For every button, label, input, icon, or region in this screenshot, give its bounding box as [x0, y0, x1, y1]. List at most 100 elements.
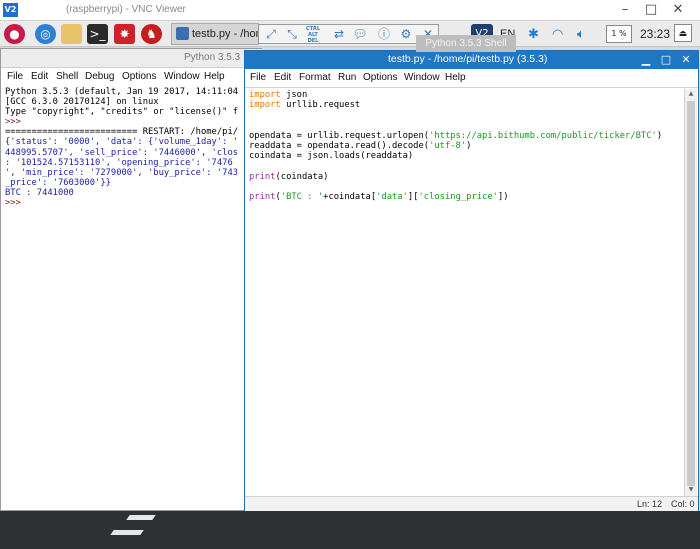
taskbar-task-editor[interactable]: testb.py - /hom: [171, 23, 259, 45]
shell-line: [GCC 6.3.0 20170124] on linux: [5, 97, 159, 108]
code-line: import urllib.request: [249, 100, 684, 110]
code-text: ]): [497, 192, 509, 203]
folder-icon[interactable]: [61, 24, 82, 44]
editor-menu-help[interactable]: Help: [445, 72, 466, 83]
string-literal: 'https://api.bithumb.com/public/ticker/B…: [429, 130, 657, 141]
string-literal: 'data': [376, 192, 408, 203]
scale-icon[interactable]: ⤡: [283, 26, 301, 42]
vnc-maximize-button[interactable]: □: [639, 1, 663, 19]
code-text: opendata = urllib.request.urlopen(: [249, 130, 430, 141]
editor-maximize-button[interactable]: □: [657, 52, 675, 68]
shell-line: BTC : 7441000: [5, 187, 74, 198]
eject-icon[interactable]: ⏏: [674, 24, 692, 42]
editor-menu-file[interactable]: File: [250, 72, 266, 83]
fullscreen-icon[interactable]: ⤢: [262, 26, 280, 42]
road-lane-marking: [126, 515, 156, 520]
chat-icon[interactable]: 💬︎: [351, 26, 369, 42]
keyword: import: [249, 90, 281, 100]
globe-icon[interactable]: ◎: [35, 24, 56, 44]
shell-line: ', 'min_price': '7279000', 'buy_price': …: [5, 167, 239, 178]
ctrl-alt-del-button[interactable]: CTRL ALT DEL: [304, 26, 322, 44]
editor-window: testb.py - /home/pi/testb.py (3.5.3) ▁ □…: [244, 50, 699, 512]
shell-line: _price': '7603000'}}: [5, 177, 111, 188]
status-line-number: Ln: 12: [637, 499, 663, 509]
scroll-up-arrow-icon[interactable]: ▲: [685, 89, 697, 99]
cpu-usage-monitor[interactable]: 1 %: [606, 25, 632, 43]
clock[interactable]: 23:23: [640, 24, 670, 44]
code-text: urllib.request: [280, 100, 361, 111]
code-text: (coindata): [275, 171, 329, 182]
shell-line: Type "copyright", "credits" or "license(…: [5, 107, 239, 118]
python-shell-window: Python 3.5.3 File Edit Shell Debug Optio…: [0, 48, 263, 511]
scroll-down-arrow-icon[interactable]: ▼: [685, 485, 697, 495]
shell-menu-window[interactable]: Window: [164, 71, 200, 82]
builtin: print: [249, 171, 276, 182]
code-line: import json: [249, 90, 684, 100]
editor-titlebar: testb.py - /home/pi/testb.py (3.5.3) ▁ □…: [245, 51, 698, 69]
string-literal: 'closing_price': [418, 192, 498, 203]
vnc-minimize-button[interactable]: –: [613, 1, 637, 19]
editor-menu-window[interactable]: Window: [404, 72, 440, 83]
wolfram-icon[interactable]: ♞: [141, 24, 162, 44]
info-icon[interactable]: ⓘ: [375, 26, 393, 42]
builtin: print: [249, 192, 276, 203]
volume-icon[interactable]: 🔈︎: [577, 24, 585, 44]
mathematica-icon[interactable]: ✸: [114, 24, 135, 44]
shell-output[interactable]: Python 3.5.3 (default, Jan 19 2017, 14:1…: [5, 87, 261, 507]
screen: V2 (raspberrypi) - VNC Viewer – □ ✕ ● ◎ …: [0, 0, 700, 549]
vnc-logo-icon: V2: [3, 3, 18, 17]
string-literal: 'BTC : ': [280, 192, 324, 203]
code-text: +coindata[: [323, 192, 377, 203]
code-line: print(coindata): [249, 172, 684, 182]
shell-menu-help[interactable]: Help: [204, 71, 225, 82]
raspberry-menu-icon[interactable]: ●: [4, 24, 25, 44]
taskbar-task-label: testb.py - /hom: [192, 28, 259, 40]
status-column-number: Col: 0: [671, 499, 695, 509]
transfer-files-icon[interactable]: ⇄: [330, 26, 348, 42]
shell-titlebar: Python 3.5.3: [1, 49, 263, 68]
shell-menu-debug[interactable]: Debug: [85, 71, 114, 82]
editor-statusbar: Ln: 12 Col: 0: [245, 496, 698, 512]
shell-menu-options[interactable]: Options: [122, 71, 156, 82]
code-text: readdata = opendata.read().decode(: [249, 141, 430, 152]
shell-line: 448995.5707', 'sell_price': '7446000', '…: [5, 147, 239, 158]
string-literal: 'utf-8': [429, 141, 467, 152]
code-text: ): [466, 141, 472, 152]
shell-line: {'status': '0000', 'data': {'volume_1day…: [5, 137, 239, 148]
desktop-wallpaper: [0, 511, 700, 549]
editor-close-button[interactable]: ✕: [677, 52, 695, 68]
editor-menu-options[interactable]: Options: [363, 72, 397, 83]
editor-menubar: File Edit Format Run Options Window Help: [245, 69, 698, 88]
scroll-thumb[interactable]: [687, 101, 695, 486]
editor-menu-format[interactable]: Format: [299, 72, 331, 83]
editor-minimize-button[interactable]: ▁: [637, 52, 655, 68]
editor-menu-run[interactable]: Run: [338, 72, 356, 83]
shell-menu-shell[interactable]: Shell: [56, 71, 78, 82]
code-text: ): [656, 130, 663, 141]
code-line: opendata = urllib.request.urlopen('https…: [249, 131, 684, 141]
shell-menu-file[interactable]: File: [7, 71, 23, 82]
terminal-icon[interactable]: >_: [87, 24, 108, 44]
vnc-close-button[interactable]: ✕: [666, 1, 690, 19]
code-text: json: [280, 90, 308, 100]
window-tooltip: Python 3.5.3 Shell: [416, 35, 516, 52]
code-text: ][: [407, 192, 419, 203]
code-editor[interactable]: import json import urllib.request opendat…: [249, 90, 684, 496]
editor-title: testb.py - /home/pi/testb.py (3.5.3): [388, 53, 548, 65]
shell-menu-edit[interactable]: Edit: [31, 71, 48, 82]
settings-gear-icon[interactable]: ⚙: [397, 26, 415, 42]
code-line: readdata = opendata.read().decode('utf-8…: [249, 141, 684, 151]
code-line: coindata = json.loads(readdata): [249, 151, 414, 162]
shell-line: : '101524.57153110', 'opening_price': '7…: [5, 157, 233, 168]
bluetooth-icon[interactable]: ✱: [528, 24, 539, 44]
editor-menu-edit[interactable]: Edit: [274, 72, 291, 83]
shell-line: Python 3.5.3 (default, Jan 19 2017, 14:1…: [5, 87, 239, 97]
wifi-icon[interactable]: ◠: [552, 24, 563, 44]
editor-scrollbar[interactable]: ▲ ▼: [684, 89, 697, 496]
road-lane-marking: [110, 530, 144, 535]
shell-prompt: >>>: [5, 198, 27, 209]
vnc-window-title: (raspberrypi) - VNC Viewer: [66, 4, 186, 15]
code-line: print('BTC : '+coindata['data']['closing…: [249, 192, 684, 202]
